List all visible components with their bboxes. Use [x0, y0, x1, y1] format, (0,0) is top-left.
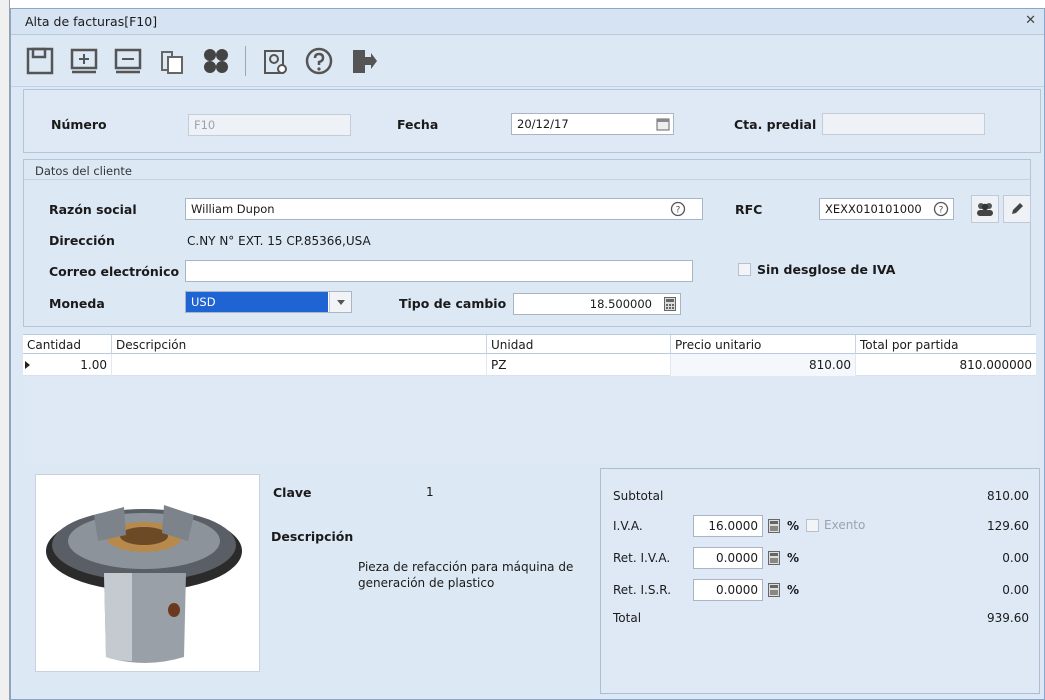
sin-desglose-label: Sin desglose de IVA — [757, 262, 896, 277]
cell-cantidad[interactable]: 1.00 — [23, 354, 111, 376]
tipo-cambio-field[interactable]: 18.500000 — [513, 293, 681, 315]
background-edge — [0, 0, 10, 700]
direccion-value: C.NY N° EXT. 15 CP.85366,USA — [187, 234, 371, 248]
moneda-value: USD — [186, 292, 328, 312]
col-unidad[interactable]: Unidad — [486, 335, 670, 354]
ret-isr-calculator-icon[interactable] — [763, 579, 785, 601]
rfc-help-icon[interactable]: ? — [930, 198, 952, 220]
ret-iva-rate-field[interactable]: 0.0000 — [693, 547, 763, 569]
grid-header: Cantidad Descripción Unidad Precio unita… — [23, 334, 1036, 354]
copy-icon[interactable] — [153, 41, 191, 81]
tipo-cambio-label: Tipo de cambio — [399, 296, 507, 311]
numero-label: Número — [51, 117, 107, 132]
numero-field[interactable]: F10 — [188, 114, 351, 136]
moneda-select[interactable]: USD — [185, 291, 352, 313]
ret-isr-label: Ret. I.S.R. — [613, 583, 672, 597]
help-icon[interactable] — [300, 41, 338, 81]
invoice-window: Alta de facturas[F10] ✕ Número F10 Fecha… — [10, 8, 1045, 700]
window-title: Alta de facturas[F10] — [25, 14, 158, 29]
iva-rate-field[interactable]: 16.0000 — [693, 515, 763, 537]
ret-iva-value: 0.00 — [1002, 551, 1029, 565]
razon-help-icon[interactable]: ? — [667, 198, 689, 220]
toolbar-separator — [245, 45, 246, 76]
cell-precio[interactable]: 810.00 — [670, 354, 855, 376]
svg-text:?: ? — [939, 206, 944, 216]
clave-value: 1 — [426, 485, 434, 499]
product-descripcion-line2: generación de plastico — [358, 576, 495, 590]
iva-pct: % — [787, 519, 800, 533]
totals-panel: Subtotal 810.00 I.V.A. 16.0000 % Exento … — [600, 468, 1040, 694]
remove-detail-icon[interactable] — [109, 41, 147, 81]
add-detail-icon[interactable] — [65, 41, 103, 81]
total-label: Total — [613, 611, 642, 625]
razon-social-label: Razón social — [49, 202, 137, 217]
subtotal-value: 810.00 — [987, 489, 1029, 503]
save-icon[interactable] — [21, 41, 59, 81]
edit-pencil-icon[interactable] — [1003, 195, 1031, 223]
exit-icon[interactable] — [344, 41, 382, 81]
correo-label: Correo electrónico — [49, 264, 180, 279]
razon-social-field[interactable]: William Dupon — [185, 198, 703, 220]
tax-settings-icon[interactable] — [256, 41, 294, 81]
cell-total[interactable]: 810.000000 — [855, 354, 1036, 376]
exento-label: Exento — [824, 518, 866, 532]
table-row[interactable]: 1.00 PZ 810.00 810.000000 — [23, 354, 1036, 376]
svg-text:?: ? — [676, 206, 681, 216]
moneda-label: Moneda — [49, 296, 105, 311]
direccion-label: Dirección — [49, 233, 115, 248]
fecha-field[interactable]: 20/12/17 — [511, 113, 674, 135]
title-bar: Alta de facturas[F10] ✕ — [11, 9, 1044, 35]
cliente-group-title: Datos del cliente — [35, 164, 132, 178]
clients-icon[interactable] — [971, 195, 999, 223]
fecha-label: Fecha — [397, 117, 439, 132]
correo-field[interactable] — [185, 260, 693, 282]
clave-label: Clave — [273, 485, 312, 500]
total-value: 939.60 — [987, 611, 1029, 625]
chevron-down-icon[interactable] — [329, 292, 351, 312]
ret-iva-label: Ret. I.V.A. — [613, 551, 671, 565]
detail-grid: Cantidad Descripción Unidad Precio unita… — [23, 334, 1036, 464]
product-descripcion-label: Descripción — [271, 529, 354, 544]
cta-predial-label: Cta. predial — [734, 117, 817, 132]
iva-label: I.V.A. — [613, 519, 643, 533]
ret-iva-pct: % — [787, 551, 800, 565]
subtotal-label: Subtotal — [613, 489, 664, 503]
calendar-icon[interactable] — [652, 113, 674, 135]
iva-calculator-icon[interactable] — [763, 515, 785, 537]
ret-iva-calculator-icon[interactable] — [763, 547, 785, 569]
cliente-group-divider — [24, 179, 1030, 180]
cell-unidad[interactable]: PZ — [486, 354, 670, 376]
sin-desglose-checkbox[interactable] — [738, 263, 751, 276]
exento-checkbox[interactable] — [806, 519, 819, 532]
col-cantidad[interactable]: Cantidad — [23, 335, 111, 354]
rfc-label: RFC — [735, 202, 763, 217]
modules-icon[interactable] — [197, 41, 235, 81]
product-descripcion-line1: Pieza de refacción para máquina de — [358, 560, 574, 574]
calculator-icon[interactable] — [659, 293, 681, 315]
cta-predial-field[interactable] — [822, 113, 985, 135]
col-precio[interactable]: Precio unitario — [670, 335, 855, 354]
product-image — [35, 474, 260, 672]
ret-isr-value: 0.00 — [1002, 583, 1029, 597]
iva-value: 129.60 — [987, 519, 1029, 533]
toolbar — [11, 35, 1044, 87]
ret-isr-pct: % — [787, 583, 800, 597]
col-total[interactable]: Total por partida — [855, 335, 1036, 354]
close-icon[interactable]: ✕ — [1025, 13, 1036, 28]
col-descripcion[interactable]: Descripción — [111, 335, 486, 354]
cell-descripcion[interactable] — [111, 354, 486, 376]
ret-isr-rate-field[interactable]: 0.0000 — [693, 579, 763, 601]
